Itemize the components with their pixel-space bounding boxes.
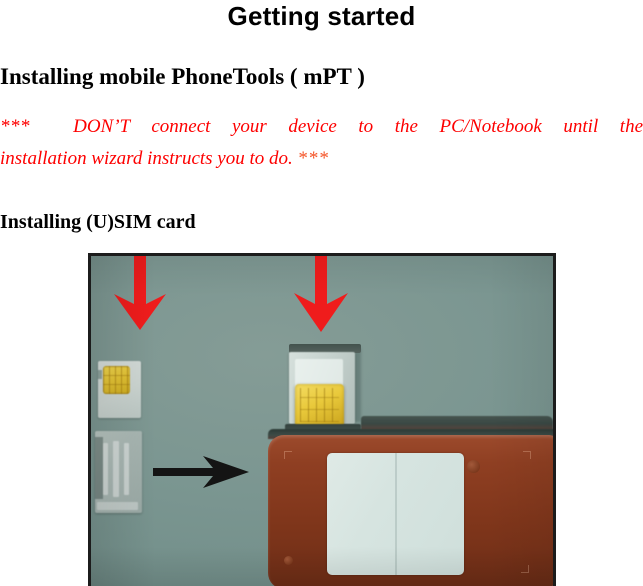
insertion-direction-arrow bbox=[153, 454, 253, 490]
inserted-sim-chip-contacts bbox=[300, 388, 339, 422]
panel-seam bbox=[395, 453, 397, 575]
warning-paragraph: *** DON’T connect your device to the PC/… bbox=[0, 111, 643, 175]
device-corner-mark-1 bbox=[284, 451, 292, 459]
tray-rail-right bbox=[124, 443, 129, 495]
leading-asterisks: *** bbox=[0, 116, 30, 137]
photo-background bbox=[91, 256, 553, 586]
sim-notch bbox=[98, 370, 102, 379]
warning-text-line-2: installation wizard instructs you to do. bbox=[0, 148, 293, 169]
sim-chip-contacts bbox=[103, 366, 130, 394]
section-heading-install-sim: Installing (U)SIM card bbox=[0, 211, 196, 233]
tray-rail-left bbox=[103, 443, 108, 495]
section-heading-install-mpt: Installing mobile PhoneTools ( mPT ) bbox=[0, 64, 365, 89]
warning-line-1: *** DON’T connect your device to the PC/… bbox=[0, 111, 643, 143]
trailing-asterisks: *** bbox=[297, 148, 330, 169]
device-screw-bottom-left bbox=[284, 556, 293, 565]
right-arrow-icon bbox=[153, 456, 249, 488]
sim-tray bbox=[95, 431, 142, 513]
device-top-edge-right bbox=[361, 416, 553, 430]
tray-lip bbox=[97, 502, 138, 510]
red-down-arrow-left bbox=[110, 256, 170, 336]
device-sim-slot bbox=[285, 344, 361, 434]
down-arrow-icon bbox=[114, 256, 166, 330]
device-battery-cover-panel bbox=[327, 453, 464, 575]
tray-rail-center bbox=[113, 441, 119, 497]
loose-sim-card bbox=[98, 361, 141, 418]
page-title: Getting started bbox=[227, 1, 416, 31]
sim-installation-photo bbox=[88, 253, 556, 586]
inserted-sim-card bbox=[295, 384, 344, 427]
mobile-phone-device bbox=[268, 429, 553, 586]
device-corner-mark-3 bbox=[521, 565, 529, 573]
tray-shade bbox=[95, 437, 103, 499]
warning-text-line-1: DON’T connect your device to the PC/Note… bbox=[73, 116, 643, 137]
device-screw-top-right bbox=[467, 460, 480, 473]
warning-line-2: installation wizard instructs you to do.… bbox=[0, 143, 643, 175]
device-corner-mark-2 bbox=[523, 451, 531, 459]
down-arrow-icon bbox=[294, 256, 348, 332]
red-down-arrow-right bbox=[290, 256, 352, 336]
